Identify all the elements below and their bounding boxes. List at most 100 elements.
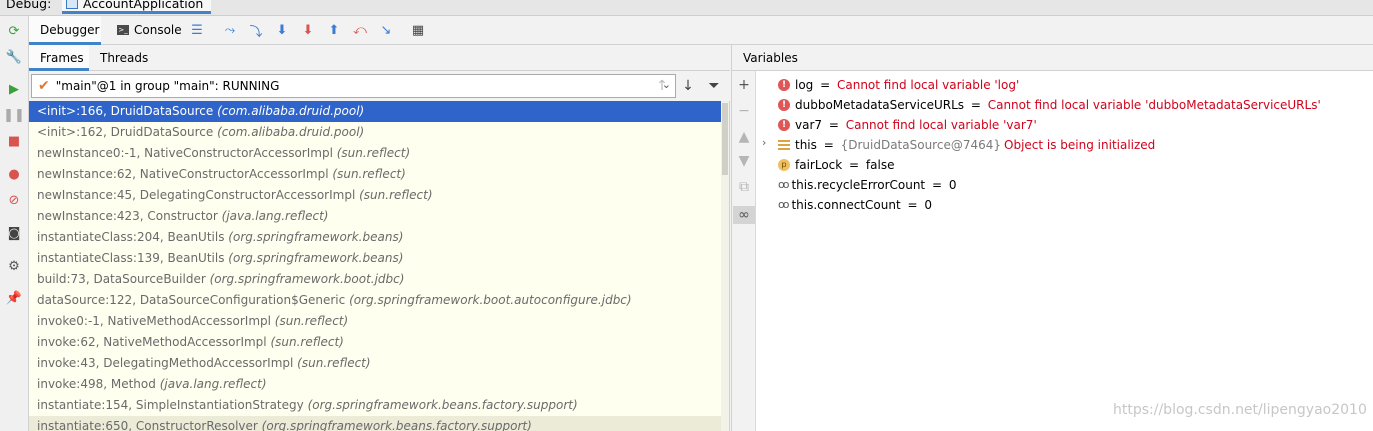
frame-row[interactable]: invoke0:-1, NativeMethodAccessorImpl (su… <box>29 311 721 332</box>
run-config-icon <box>66 0 78 9</box>
mute-breakpoints-icon[interactable]: ⊘ <box>6 192 22 208</box>
frames-scrollbar[interactable] <box>721 101 729 431</box>
variable-eq: = <box>967 97 985 112</box>
thread-selector-row: ✔ "main"@1 in group "main": RUNNING ⌄ ↑ … <box>29 71 730 101</box>
frame-method: newInstance:45, DelegatingConstructorAcc… <box>37 188 356 202</box>
show-execution-point-icon[interactable]: ⤳ <box>222 22 238 38</box>
tab-threads[interactable]: Threads <box>100 51 148 65</box>
variable-row[interactable]: ! log = Cannot find local variable 'log' <box>778 73 1019 93</box>
frame-row[interactable]: newInstance:45, DelegatingConstructorAcc… <box>29 185 721 206</box>
force-step-into-icon[interactable]: ⬇ <box>300 22 316 38</box>
expand-arrow-icon[interactable]: › <box>762 136 766 149</box>
move-up-icon[interactable]: ▲ <box>736 128 752 146</box>
pause-icon[interactable]: ❚❚ <box>3 107 25 123</box>
step-over-icon[interactable]: ⤵ <box>248 22 264 40</box>
frame-row[interactable]: invoke:62, NativeMethodAccessorImpl (sun… <box>29 332 721 353</box>
frame-row[interactable]: newInstance:423, Constructor (java.lang.… <box>29 206 721 227</box>
settings-icon[interactable]: ⚙ <box>6 258 22 274</box>
show-watches-icon[interactable]: ∞ <box>733 206 755 224</box>
copy-icon[interactable]: ⧉ <box>736 178 752 196</box>
variable-row[interactable]: oo this.recycleErrorCount = 0 <box>778 173 956 193</box>
step-out-icon[interactable]: ⬆ <box>326 22 342 38</box>
variable-name: var7 <box>795 117 823 132</box>
menu-icon[interactable]: ☰ <box>189 22 205 38</box>
frame-package: (sun.reflect) <box>297 356 371 370</box>
frame-row[interactable]: <init>:162, DruidDataSource (com.alibaba… <box>29 122 721 143</box>
pin-icon[interactable]: 📌 <box>6 290 22 306</box>
variable-row[interactable]: p fairLock = false <box>778 153 894 173</box>
variable-eq: = <box>816 77 834 92</box>
step-into-icon[interactable]: ⬇ <box>274 22 290 38</box>
frame-row[interactable]: instantiateClass:204, BeanUtils (org.spr… <box>29 227 721 248</box>
variable-eq: = <box>825 117 843 132</box>
frame-row[interactable]: instantiate:650, ConstructorResolver (or… <box>29 416 721 431</box>
variable-value: Cannot find local variable 'dubboMetadat… <box>987 97 1321 112</box>
run-config-tab[interactable]: AccountApplication <box>62 0 212 14</box>
variable-name: this.connectCount <box>791 197 901 212</box>
variable-name: this.recycleErrorCount <box>791 177 926 192</box>
frame-row[interactable]: <init>:166, DruidDataSource (com.alibaba… <box>29 101 721 122</box>
checkmark-icon: ✔ <box>38 78 50 94</box>
rerun-icon[interactable]: ⟳ <box>6 23 22 39</box>
resume-icon[interactable]: ▶ <box>6 81 22 97</box>
filter-icon[interactable]: ⏷ <box>706 78 722 94</box>
frame-row[interactable]: invoke:498, Method (java.lang.reflect) <box>29 374 721 395</box>
frame-method: newInstance0:-1, NativeConstructorAccess… <box>37 146 333 160</box>
run-config-label: AccountApplication <box>83 0 204 11</box>
variable-row[interactable]: › this = {DruidDataSource@7464} Object i… <box>762 133 1155 153</box>
next-frame-icon[interactable]: ↓ <box>680 78 696 94</box>
frame-method: invoke:43, DelegatingMethodAccessorImpl <box>37 356 294 370</box>
frame-package: (sun.reflect) <box>274 314 349 328</box>
variable-value: Cannot find local variable 'log' <box>836 77 1020 92</box>
wrench-icon[interactable]: 🔧 <box>6 49 22 65</box>
frame-package: (org.springframework.beans) <box>228 230 404 244</box>
tab-console[interactable]: >_ Console <box>117 23 182 37</box>
frame-row[interactable]: dataSource:122, DataSourceConfiguration$… <box>29 290 721 311</box>
previous-frame-icon[interactable]: ↑ <box>654 78 670 94</box>
frame-method: <init>:166, DruidDataSource <box>37 104 214 118</box>
variable-row[interactable]: ! dubboMetadataServiceURLs = Cannot find… <box>778 93 1321 113</box>
variables-header: Variables <box>731 45 1373 71</box>
error-icon: ! <box>778 118 790 131</box>
error-icon: ! <box>778 98 790 111</box>
debug-label: Debug: <box>6 0 52 11</box>
frames-list: <init>:166, DruidDataSource (com.alibaba… <box>29 101 730 431</box>
debugger-toolbar: Debugger >_ Console ☰ ⤳ ⤵ ⬇ ⬇ ⬆ ⤺ ↘ ▦ <box>29 16 1373 45</box>
view-breakpoints-icon[interactable]: ● <box>6 166 22 182</box>
drop-frame-icon[interactable]: ⤺ <box>352 22 368 38</box>
variable-row[interactable]: oo this.connectCount = 0 <box>778 193 932 213</box>
frame-package: (org.springframework.beans.factory.suppo… <box>307 398 578 412</box>
variable-name: dubboMetadataServiceURLs <box>795 97 965 112</box>
stop-icon[interactable]: ■ <box>6 133 22 149</box>
thread-selector[interactable]: ✔ "main"@1 in group "main": RUNNING ⌄ <box>31 74 676 98</box>
frame-method: instantiateClass:139, BeanUtils <box>37 251 225 265</box>
run-to-cursor-icon[interactable]: ↘ <box>378 22 394 38</box>
frame-method: invoke:62, NativeMethodAccessorImpl <box>37 335 267 349</box>
tab-debugger[interactable]: Debugger <box>29 16 101 45</box>
variables-toolbar: + − ▲ ▼ ⧉ ∞ <box>731 71 756 431</box>
scrollbar-thumb[interactable] <box>722 103 728 175</box>
move-down-icon[interactable]: ▼ <box>736 152 752 170</box>
remove-watch-icon[interactable]: − <box>736 102 752 120</box>
frame-row[interactable]: newInstance0:-1, NativeConstructorAccess… <box>29 143 721 164</box>
watermark: https://blog.csdn.net/lipengyao2010 <box>1113 402 1367 418</box>
tab-frames[interactable]: Frames <box>29 45 89 71</box>
evaluate-expression-icon[interactable]: ▦ <box>410 22 426 38</box>
frame-method: newInstance:62, NativeConstructorAccesso… <box>37 167 329 181</box>
frame-package: (org.springframework.beans) <box>228 251 404 265</box>
variable-row[interactable]: ! var7 = Cannot find local variable 'var… <box>778 113 1037 133</box>
variable-reference: {DruidDataSource@7464} <box>840 137 1001 152</box>
frame-row[interactable]: newInstance:62, NativeConstructorAccesso… <box>29 164 721 185</box>
frame-row[interactable]: instantiateClass:139, BeanUtils (org.spr… <box>29 248 721 269</box>
frame-package: (org.springframework.boot.jdbc) <box>209 272 405 286</box>
frame-method: dataSource:122, DataSourceConfiguration$… <box>37 293 346 307</box>
frame-row[interactable]: build:73, DataSourceBuilder (org.springf… <box>29 269 721 290</box>
add-watch-icon[interactable]: + <box>736 76 752 94</box>
frame-package: (sun.reflect) <box>270 335 344 349</box>
frame-row[interactable]: invoke:43, DelegatingMethodAccessorImpl … <box>29 353 721 374</box>
frame-row[interactable]: instantiate:154, SimpleInstantiationStra… <box>29 395 721 416</box>
frame-method: instantiate:650, ConstructorResolver <box>37 419 258 431</box>
variable-eq: = <box>845 157 863 172</box>
camera-icon[interactable]: ◙ <box>6 225 22 241</box>
frame-package: (com.alibaba.druid.pool) <box>217 104 365 118</box>
